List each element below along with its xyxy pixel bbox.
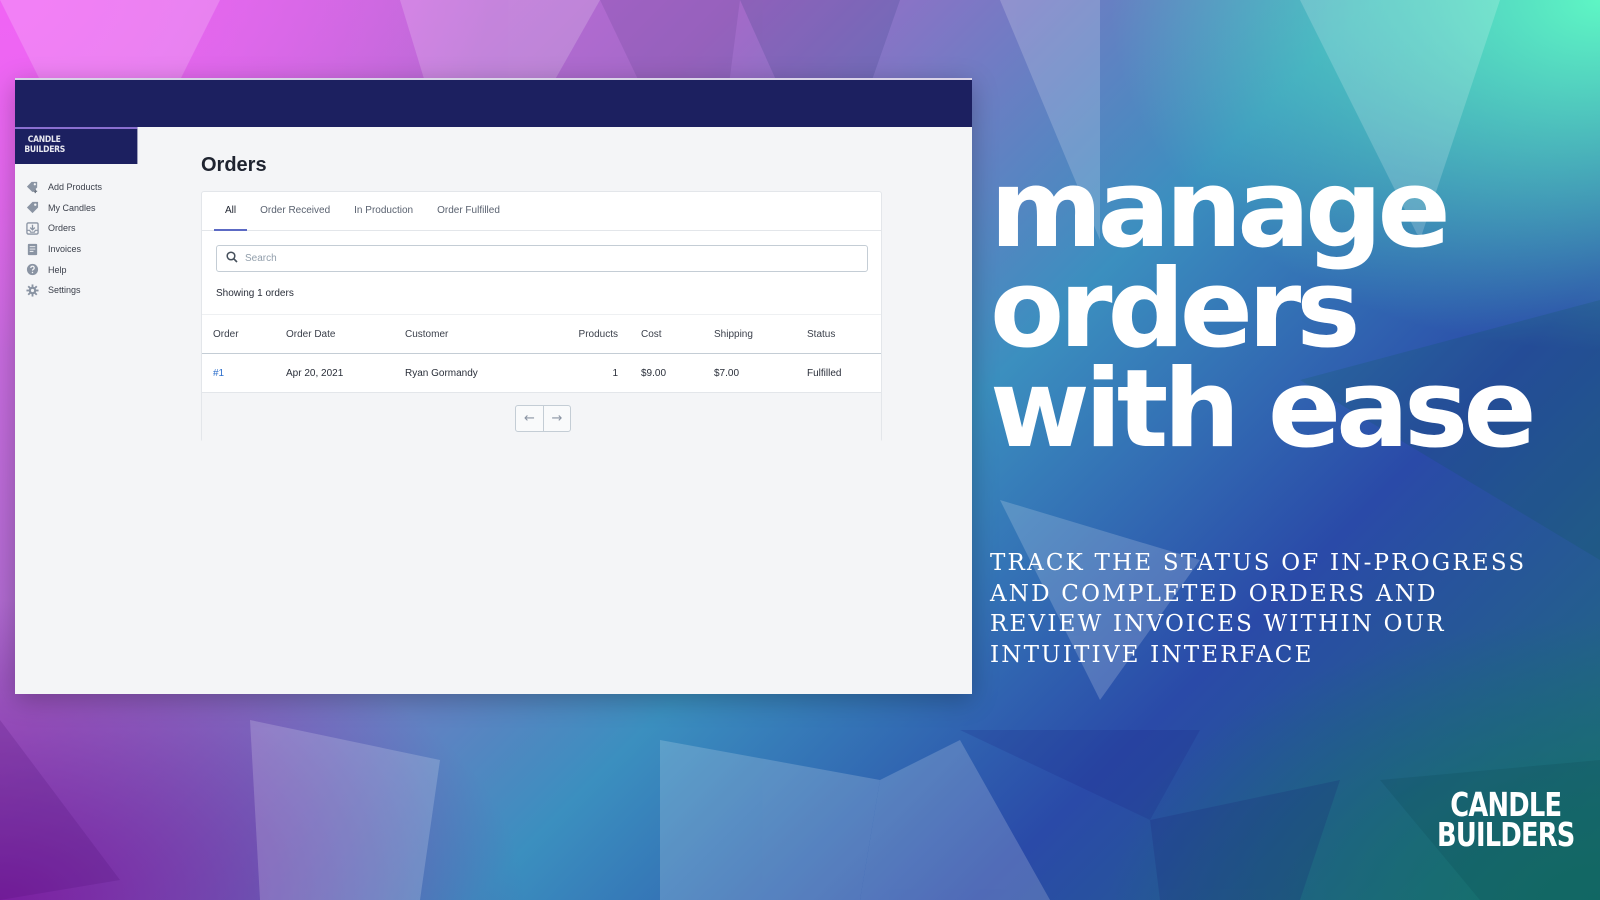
question-circle-icon xyxy=(25,263,39,277)
next-page-button[interactable]: → xyxy=(543,406,570,431)
table-header-row: Order Order Date Customer Products Cost … xyxy=(202,314,881,354)
headline-line-3: with ease xyxy=(990,347,1537,472)
inbox-download-icon xyxy=(25,221,39,235)
search-box xyxy=(216,245,868,272)
sidebar: CANDLE BUILDERS Add Products My Candles xyxy=(15,127,159,694)
brand-line-2: BUILDERS xyxy=(24,145,66,155)
sidebar-item-orders[interactable]: Orders xyxy=(15,218,159,239)
prev-page-button[interactable]: ← xyxy=(516,406,543,431)
sidebar-item-invoices[interactable]: Invoices xyxy=(15,239,159,260)
pagination-area: ← → xyxy=(202,393,881,442)
sidebar-item-help[interactable]: Help xyxy=(15,259,159,280)
promo-subtext: Track the status of in-progress and comp… xyxy=(990,550,1527,668)
top-bar xyxy=(15,80,972,127)
sidebar-item-add-products[interactable]: Add Products xyxy=(15,177,159,198)
column-header-status[interactable]: Status xyxy=(796,314,881,354)
logo-line-2: BUILDERS xyxy=(1437,815,1575,854)
document-icon xyxy=(25,242,39,256)
customer-cell: Ryan Gormandy xyxy=(394,353,557,393)
orders-table: Order Order Date Customer Products Cost … xyxy=(202,314,881,393)
pagination: ← → xyxy=(515,405,571,432)
column-header-order-date[interactable]: Order Date xyxy=(275,314,394,354)
sidebar-nav: Add Products My Candles Orders Invoices xyxy=(15,164,159,301)
shipping-cell: $7.00 xyxy=(703,353,796,393)
search-input[interactable] xyxy=(245,253,845,264)
order-link[interactable]: #1 xyxy=(213,368,224,379)
column-header-order[interactable]: Order xyxy=(202,314,275,354)
tab-order-fulfilled[interactable]: Order Fulfilled xyxy=(426,192,511,230)
sidebar-item-label: My Candles xyxy=(48,202,96,213)
candle-builders-logo: CANDLE BUILDERS xyxy=(1437,788,1575,854)
order-date-cell: Apr 20, 2021 xyxy=(275,353,394,393)
results-count: Showing 1 orders xyxy=(216,288,294,299)
headline-line-1: manage xyxy=(990,147,1451,272)
sidebar-item-label: Invoices xyxy=(48,244,82,255)
tab-in-production[interactable]: In Production xyxy=(343,192,424,230)
sidebar-item-label: Add Products xyxy=(48,182,103,193)
status-cell: Fulfilled xyxy=(796,353,881,393)
order-tabs: All Order Received In Production Order F… xyxy=(202,192,881,231)
page-title: Orders xyxy=(201,154,267,176)
tag-icon xyxy=(25,201,39,215)
tag-plus-icon xyxy=(25,180,39,194)
column-header-cost[interactable]: Cost xyxy=(630,314,703,354)
tab-order-received[interactable]: Order Received xyxy=(249,192,341,230)
search-icon xyxy=(226,250,238,268)
table-row[interactable]: #1 Apr 20, 2021 Ryan Gormandy 1 $9.00 $7… xyxy=(202,353,881,393)
cost-cell: $9.00 xyxy=(630,353,703,393)
sidebar-item-settings[interactable]: Settings xyxy=(15,280,159,301)
column-header-shipping[interactable]: Shipping xyxy=(703,314,796,354)
sidebar-item-label: Orders xyxy=(48,223,76,234)
brand-logo[interactable]: CANDLE BUILDERS xyxy=(15,127,138,164)
orders-card: All Order Received In Production Order F… xyxy=(201,191,882,442)
gear-icon xyxy=(25,283,39,297)
sidebar-item-my-candles[interactable]: My Candles xyxy=(15,198,159,219)
app-window: CANDLE BUILDERS Add Products My Candles xyxy=(15,78,972,694)
products-cell: 1 xyxy=(557,353,630,393)
sidebar-item-label: Settings xyxy=(48,285,81,296)
headline-line-2: orders xyxy=(990,247,1361,372)
brand-line-1: CANDLE xyxy=(27,135,61,145)
order-cell: #1 xyxy=(202,353,275,393)
sidebar-item-label: Help xyxy=(48,264,67,275)
tab-all[interactable]: All xyxy=(214,192,248,231)
column-header-products[interactable]: Products xyxy=(557,314,630,354)
promo-headline: manage orders with ease xyxy=(990,147,1537,472)
column-header-customer[interactable]: Customer xyxy=(394,314,557,354)
